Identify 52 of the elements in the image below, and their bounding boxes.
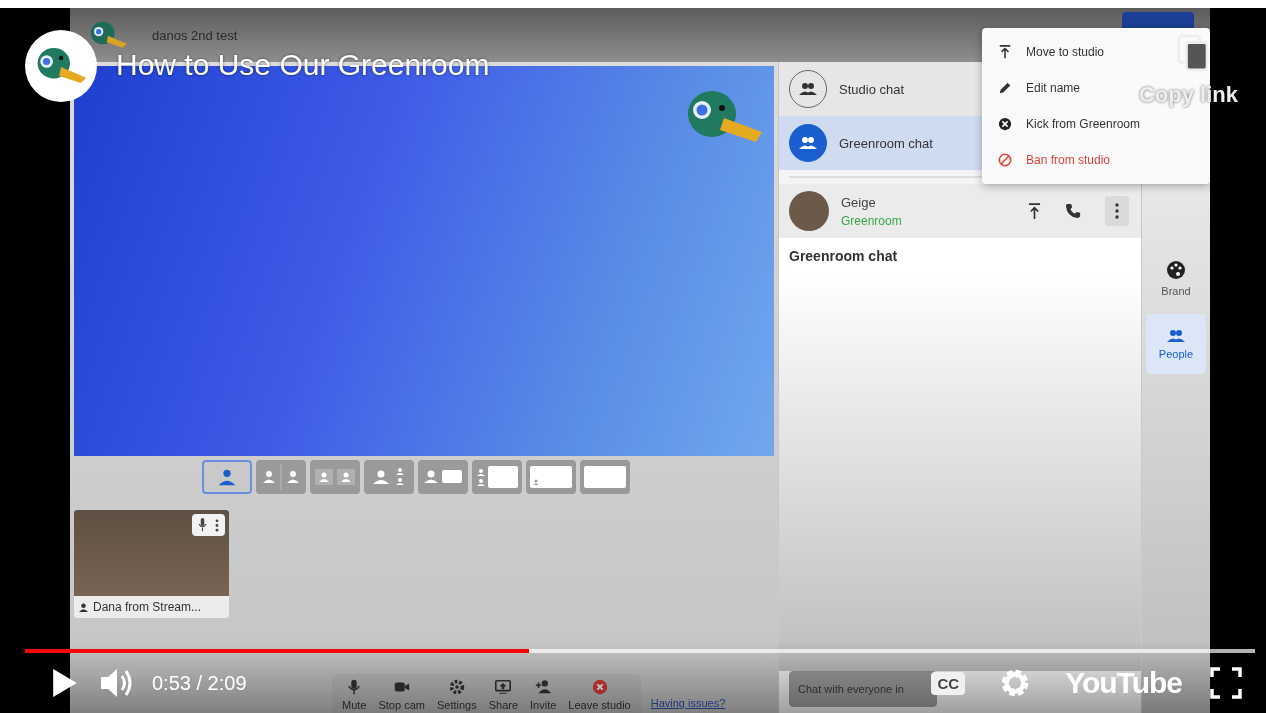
toolbar-button[interactable]: Settings bbox=[432, 678, 481, 713]
avatar-placeholder bbox=[789, 191, 829, 231]
toolbar-button[interactable]: Leave studio bbox=[564, 678, 635, 713]
people-icon bbox=[1166, 328, 1186, 343]
add-person-icon bbox=[534, 678, 553, 696]
menu-item[interactable]: Edit name bbox=[982, 70, 1097, 106]
side-tab[interactable]: People bbox=[1146, 314, 1206, 374]
studio-name: danos 2nd test bbox=[152, 27, 238, 43]
video-title[interactable]: How to Use Our Greenroom bbox=[116, 48, 490, 82]
side-tab[interactable]: Brand bbox=[1146, 248, 1206, 308]
move-up-icon[interactable] bbox=[1028, 202, 1041, 220]
toolbar-button[interactable]: Invite bbox=[526, 678, 561, 713]
layout-option[interactable] bbox=[364, 460, 414, 494]
layout-option[interactable] bbox=[256, 460, 306, 494]
fullscreen-icon[interactable] bbox=[1210, 667, 1242, 699]
participant-name: Dana from Stream... bbox=[93, 600, 202, 614]
tile-controls[interactable] bbox=[192, 514, 225, 536]
chat-input[interactable]: Chat with everyone in bbox=[789, 671, 937, 707]
layout-option[interactable] bbox=[202, 460, 252, 494]
chat-heading: Greenroom chat bbox=[779, 238, 1141, 274]
time-display: 0:53 / 2:09 bbox=[152, 671, 247, 695]
close-circle-icon bbox=[590, 678, 609, 696]
toolbar-button[interactable]: Stop cam bbox=[374, 678, 429, 713]
guest-status: Greenroom bbox=[841, 213, 903, 228]
move-up-icon bbox=[998, 45, 1012, 59]
person-icon bbox=[79, 602, 88, 612]
layout-option[interactable] bbox=[472, 460, 522, 494]
prohibited-icon bbox=[998, 153, 1012, 167]
layout-option[interactable] bbox=[310, 460, 360, 494]
settings-icon bbox=[447, 678, 466, 696]
palette-icon bbox=[1166, 259, 1186, 280]
help-link[interactable]: Having issues? bbox=[650, 697, 726, 713]
captions-button[interactable]: CC bbox=[931, 671, 966, 695]
layout-option[interactable] bbox=[580, 460, 630, 494]
microphone-icon bbox=[198, 518, 207, 532]
screen-share-icon bbox=[494, 678, 513, 696]
more-icon bbox=[1115, 203, 1119, 219]
volume-icon[interactable] bbox=[100, 667, 134, 699]
play-icon[interactable] bbox=[52, 668, 78, 698]
layout-option[interactable] bbox=[418, 460, 468, 494]
guest-name: Geige bbox=[841, 194, 877, 210]
phone-icon[interactable] bbox=[1065, 203, 1081, 219]
more-button[interactable] bbox=[1105, 196, 1129, 226]
layout-option[interactable] bbox=[526, 460, 576, 494]
people-icon bbox=[798, 136, 818, 150]
toolbar-button[interactable]: Mute bbox=[338, 678, 371, 713]
close-circle-icon bbox=[998, 117, 1012, 131]
more-icon bbox=[215, 518, 219, 532]
pencil-icon bbox=[998, 81, 1012, 95]
people-icon bbox=[798, 82, 818, 96]
progress-track[interactable] bbox=[25, 649, 1255, 653]
toolbar-button[interactable]: Share bbox=[484, 678, 523, 713]
